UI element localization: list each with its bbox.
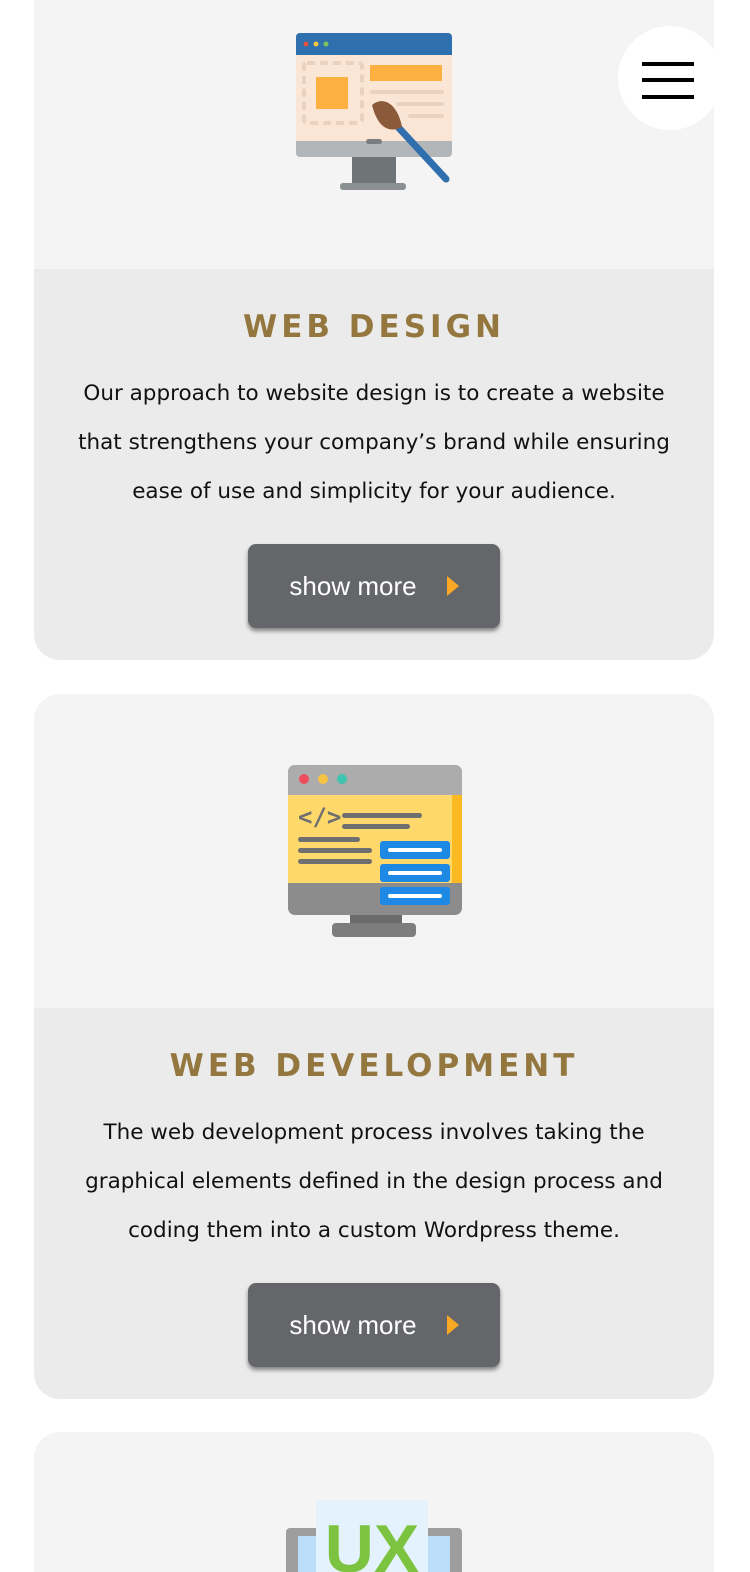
show-more-button[interactable]: show more [248, 1283, 500, 1367]
card-description: Our approach to website design is to cre… [78, 381, 670, 504]
menu-bar-top [642, 62, 694, 66]
svg-text:</>: </> [298, 803, 341, 831]
ux-design-icon: UX [286, 1500, 462, 1572]
ux-icon-text: UX [325, 1511, 419, 1572]
arrow-right-icon [446, 576, 459, 596]
web-development-code-monitor-icon: </> [288, 765, 462, 937]
card-title: WEB DEVELOPMENT [169, 1048, 579, 1084]
card-title: WEB DESIGN [243, 309, 505, 345]
hamburger-menu-button[interactable] [618, 26, 722, 130]
card-image-area [34, 0, 714, 269]
show-more-label: show more [289, 1309, 417, 1340]
card-description: The web development process involves tak… [85, 1120, 663, 1243]
menu-bar-middle [642, 78, 694, 82]
service-card-web-development: </> WEB DEVELOPMENT The web development … [34, 694, 714, 1399]
service-card-ux: UX [34, 1432, 714, 1572]
web-design-monitor-icon [296, 33, 452, 190]
service-card-web-design: WEB DESIGN Our approach to website desig… [34, 0, 714, 660]
card-image-area: </> [34, 694, 714, 1008]
menu-bar-bottom [642, 95, 694, 99]
show-more-label: show more [289, 570, 417, 601]
arrow-right-icon [446, 1315, 459, 1335]
show-more-button[interactable]: show more [248, 544, 500, 628]
card-image-area: UX [34, 1432, 714, 1572]
card-content-area: WEB DESIGN Our approach to website desig… [34, 269, 714, 660]
card-content-area: WEB DEVELOPMENT The web development proc… [34, 1008, 714, 1399]
